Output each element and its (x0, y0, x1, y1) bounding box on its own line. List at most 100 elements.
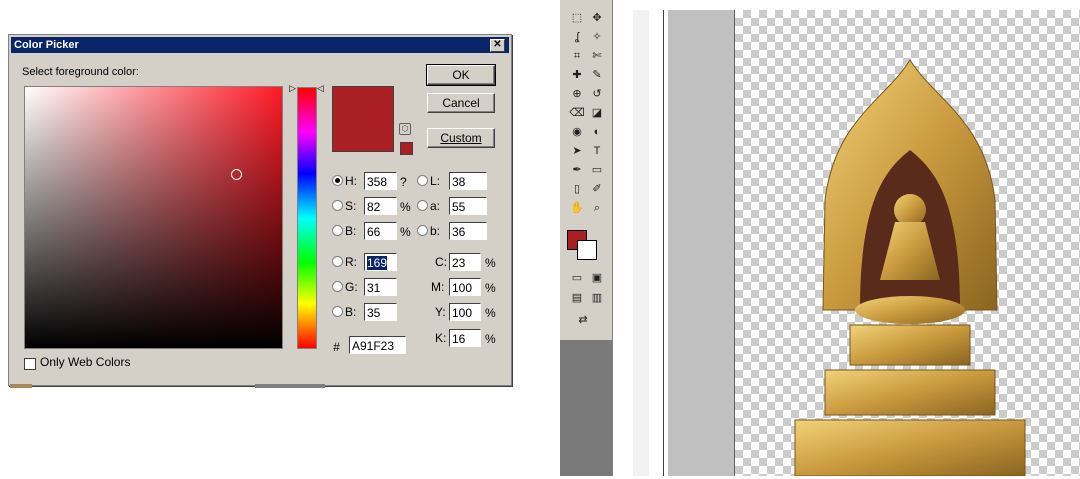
r-radio-row[interactable]: R: (332, 252, 357, 272)
a-input[interactable]: 55 (449, 197, 487, 215)
g-radio-row[interactable]: G: (332, 277, 358, 297)
y-input[interactable]: 100 (449, 303, 481, 321)
cancel-button[interactable]: Cancel (427, 93, 495, 113)
b-radio[interactable] (332, 225, 343, 236)
type-icon[interactable]: T (586, 143, 608, 159)
path-selection-icon[interactable]: ➤ (566, 143, 588, 159)
ok-button[interactable]: OK (426, 64, 496, 86)
r-input-value: 169 (367, 256, 388, 270)
quick-mask-icon[interactable]: ▣ (586, 270, 608, 286)
vertical-ruler (649, 10, 664, 476)
slice-icon[interactable]: ✄ (586, 48, 608, 64)
brush-icon[interactable]: ✎ (586, 67, 608, 83)
b-radio-row[interactable]: B: (332, 221, 356, 241)
lab-b-radio[interactable] (417, 225, 428, 236)
a-radio[interactable] (417, 200, 428, 211)
eraser-icon[interactable]: ⌫ (566, 105, 588, 121)
g-label: G: (345, 280, 358, 294)
notes-icon[interactable]: ▯ (566, 181, 588, 197)
crop-icon[interactable]: ⌗ (566, 48, 588, 64)
custom-button[interactable]: Custom (427, 128, 495, 148)
background-strip (10, 384, 32, 388)
hex-label: # (333, 340, 340, 354)
c-input[interactable]: 23 (449, 253, 481, 271)
color-field-marker[interactable] (231, 169, 242, 180)
rgb-b-radio[interactable] (332, 306, 343, 317)
h-radio-row[interactable]: H: (332, 171, 357, 191)
s-radio-row[interactable]: S: (332, 196, 356, 216)
l-input[interactable]: 38 (449, 172, 487, 190)
s-input[interactable]: 82 (364, 197, 397, 215)
vertical-rulers (612, 0, 669, 476)
hue-slider[interactable] (297, 87, 317, 349)
current-color-swatch (332, 86, 394, 152)
close-button[interactable]: ✕ (490, 39, 505, 52)
clone-stamp-icon[interactable]: ⊕ (566, 86, 588, 102)
pen-icon[interactable]: ✒ (566, 162, 588, 178)
h-unit: ? (400, 175, 407, 189)
hue-slider-left-arrow-icon[interactable]: ▷ (289, 83, 296, 94)
standard-mode-icon[interactable]: ▭ (566, 270, 588, 286)
dialog-title: Color Picker (14, 39, 79, 51)
m-input[interactable]: 100 (449, 278, 481, 296)
paint-bucket-icon[interactable]: ◪ (586, 105, 608, 121)
move-icon[interactable]: ✥ (586, 10, 608, 26)
pasteboard (668, 10, 734, 476)
s-radio[interactable] (332, 200, 343, 211)
h-input[interactable]: 358 (364, 172, 397, 190)
web-safe-warning-icon[interactable]: ⬡ (399, 123, 411, 135)
history-brush-icon[interactable]: ↺ (586, 86, 608, 102)
lasso-icon[interactable]: ʆ (566, 29, 588, 45)
g-radio[interactable] (332, 281, 343, 292)
web-safe-color-swatch[interactable] (400, 142, 413, 155)
eyedropper-icon[interactable]: ✐ (586, 181, 608, 197)
healing-brush-icon[interactable]: ✚ (566, 67, 588, 83)
blur-icon[interactable]: ◉ (566, 124, 588, 140)
zoom-icon[interactable]: ⌕ (586, 200, 608, 216)
only-web-colors-checkbox[interactable] (24, 358, 36, 370)
rgb-b-label: B: (345, 305, 357, 319)
l-radio-row[interactable]: L: (417, 171, 440, 191)
rgb-b-radio-row[interactable]: B: (332, 302, 356, 322)
ruler-gap (633, 10, 649, 476)
h-label: H: (345, 174, 357, 188)
h-radio[interactable] (332, 175, 343, 186)
hand-icon[interactable]: ✋ (566, 200, 588, 216)
lab-b-radio-row[interactable]: b: (417, 221, 440, 241)
photoshop-workspace: ▭ ▣ ▤ ▥ ⇄ ⬚ ✥ ʆ ✧ ⌗ ✄ ✚ ✎ ⊕ ↺ ⌫ ◪ ◉ ◐ ➤ T ✒ ▭ ▯ ✐ ✋ ⌕ (560, 0, 1080, 477)
hue-slider-right-arrow-icon[interactable]: ◁ (317, 83, 324, 94)
buddha-statue-image (794, 59, 1026, 477)
background-color-swatch[interactable] (577, 240, 597, 260)
k-input[interactable]: 16 (449, 329, 481, 347)
vertical-ruler (619, 10, 634, 476)
m-unit: % (485, 281, 496, 295)
lab-b-input[interactable]: 36 (449, 222, 487, 240)
a-radio-row[interactable]: a: (417, 196, 440, 216)
shape-icon[interactable]: ▭ (586, 162, 608, 178)
dodge-icon[interactable]: ◐ (586, 124, 608, 140)
magic-wand-icon[interactable]: ✧ (586, 29, 608, 45)
full-screen-icon[interactable]: ▥ (586, 290, 608, 306)
g-input[interactable]: 31 (364, 278, 397, 296)
r-input[interactable]: 169 (364, 253, 397, 271)
y-label: Y: (435, 305, 446, 319)
m-label: M: (431, 280, 445, 294)
b-label: B: (345, 224, 357, 238)
l-radio[interactable] (417, 175, 428, 186)
l-label: L: (430, 174, 441, 188)
b-input[interactable]: 66 (364, 222, 397, 240)
custom-button-label: Custom (440, 131, 482, 145)
rgb-b-input[interactable]: 35 (364, 303, 397, 321)
c-unit: % (485, 256, 496, 270)
jump-to-imageready-icon[interactable]: ⇄ (572, 312, 594, 328)
toolbox: ▭ ▣ ▤ ▥ ⇄ ⬚ ✥ ʆ ✧ ⌗ ✄ ✚ ✎ ⊕ ↺ ⌫ ◪ ◉ ◐ ➤ T ✒ ▭ ▯ ✐ ✋ ⌕ (560, 0, 613, 340)
only-web-colors-label: Only Web Colors (40, 355, 131, 369)
color-field[interactable] (24, 86, 283, 349)
document-canvas[interactable] (734, 10, 1080, 477)
b-unit: % (400, 225, 411, 239)
marquee-icon[interactable]: ⬚ (566, 10, 588, 26)
r-radio[interactable] (332, 256, 343, 267)
title-bar: Color Picker ✕ (11, 37, 509, 53)
screen-mode-icon[interactable]: ▤ (566, 290, 588, 306)
hex-input[interactable]: A91F23 (349, 336, 406, 354)
